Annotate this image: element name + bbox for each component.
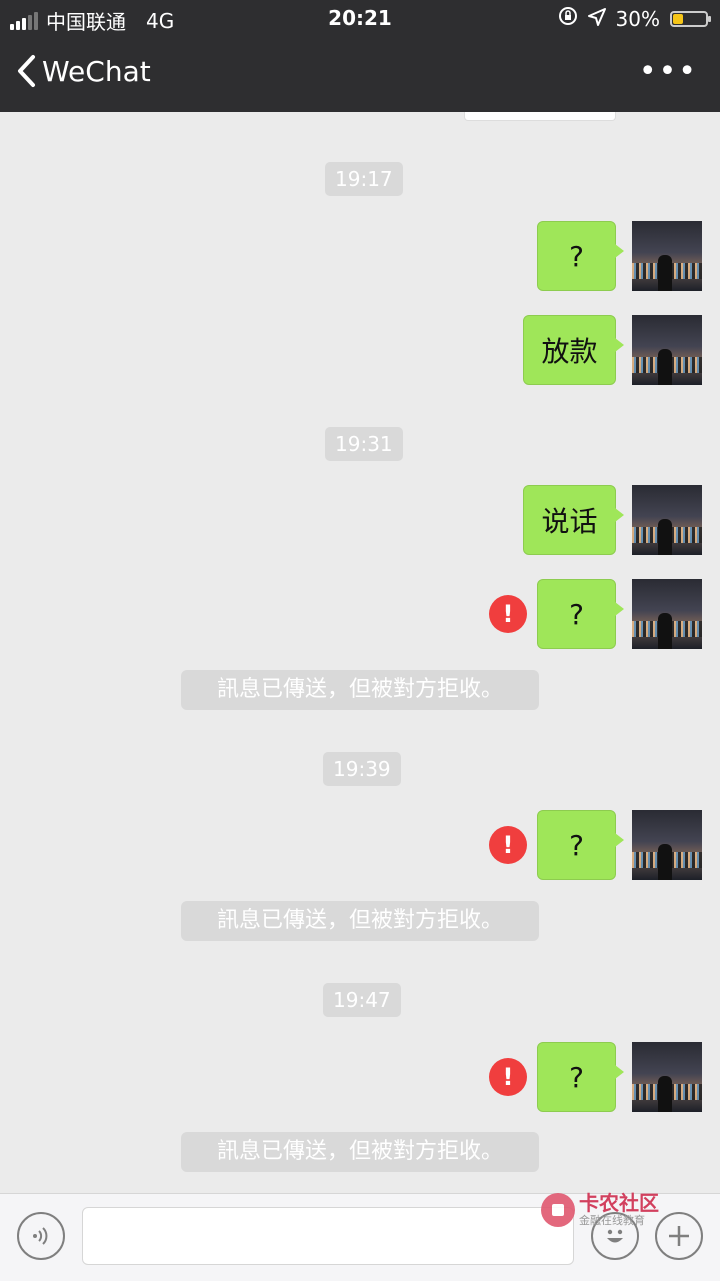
avatar[interactable] — [632, 810, 702, 880]
send-failed-icon[interactable]: ! — [489, 1058, 527, 1096]
message-bubble[interactable]: 说话 — [523, 485, 624, 555]
status-bar: 中国联通 4G 20:21 30% — [0, 0, 720, 36]
rotation-lock-icon — [558, 6, 578, 31]
send-failed-icon[interactable]: ! — [489, 595, 527, 633]
previous-message-fragment — [464, 112, 616, 121]
battery-fill — [673, 13, 684, 24]
timestamp: 19:17 — [325, 162, 403, 196]
system-notice: 訊息已傳送，但被對方拒收。 — [181, 670, 539, 710]
avatar[interactable] — [632, 1042, 702, 1112]
message-bubble[interactable]: ? — [537, 579, 624, 649]
message-bubble[interactable]: ? — [537, 810, 624, 880]
system-notice: 訊息已傳送，但被對方拒收。 — [181, 901, 539, 941]
avatar[interactable] — [632, 315, 702, 385]
send-failed-icon[interactable]: ! — [489, 826, 527, 864]
plus-icon — [669, 1226, 689, 1246]
message-bubble[interactable]: 放款 — [523, 315, 624, 385]
location-icon — [587, 7, 606, 31]
avatar[interactable] — [632, 485, 702, 555]
message-bubble[interactable]: ? — [537, 1042, 624, 1112]
back-label: WeChat — [42, 54, 151, 88]
more-button[interactable]: ••• — [639, 54, 698, 89]
message-bubble[interactable]: ? — [537, 221, 624, 291]
nav-bar: WeChat ••• — [0, 36, 720, 112]
battery-icon — [670, 10, 711, 27]
timestamp: 19:39 — [323, 752, 401, 786]
voice-button[interactable] — [17, 1212, 65, 1260]
system-notice: 訊息已傳送，但被對方拒收。 — [181, 1132, 539, 1172]
timestamp: 19:31 — [325, 427, 403, 461]
add-button[interactable] — [655, 1212, 703, 1260]
smiley-icon — [607, 1229, 623, 1243]
voice-icon — [33, 1227, 48, 1245]
avatar[interactable] — [632, 579, 702, 649]
chevron-left-icon — [18, 55, 35, 87]
message-input[interactable] — [82, 1207, 574, 1265]
avatar[interactable] — [632, 221, 702, 291]
input-bar — [0, 1193, 720, 1281]
emoji-button[interactable] — [591, 1212, 639, 1260]
battery-percent: 30% — [615, 6, 660, 31]
back-button[interactable]: WeChat — [16, 54, 151, 88]
timestamp: 19:47 — [323, 983, 401, 1017]
